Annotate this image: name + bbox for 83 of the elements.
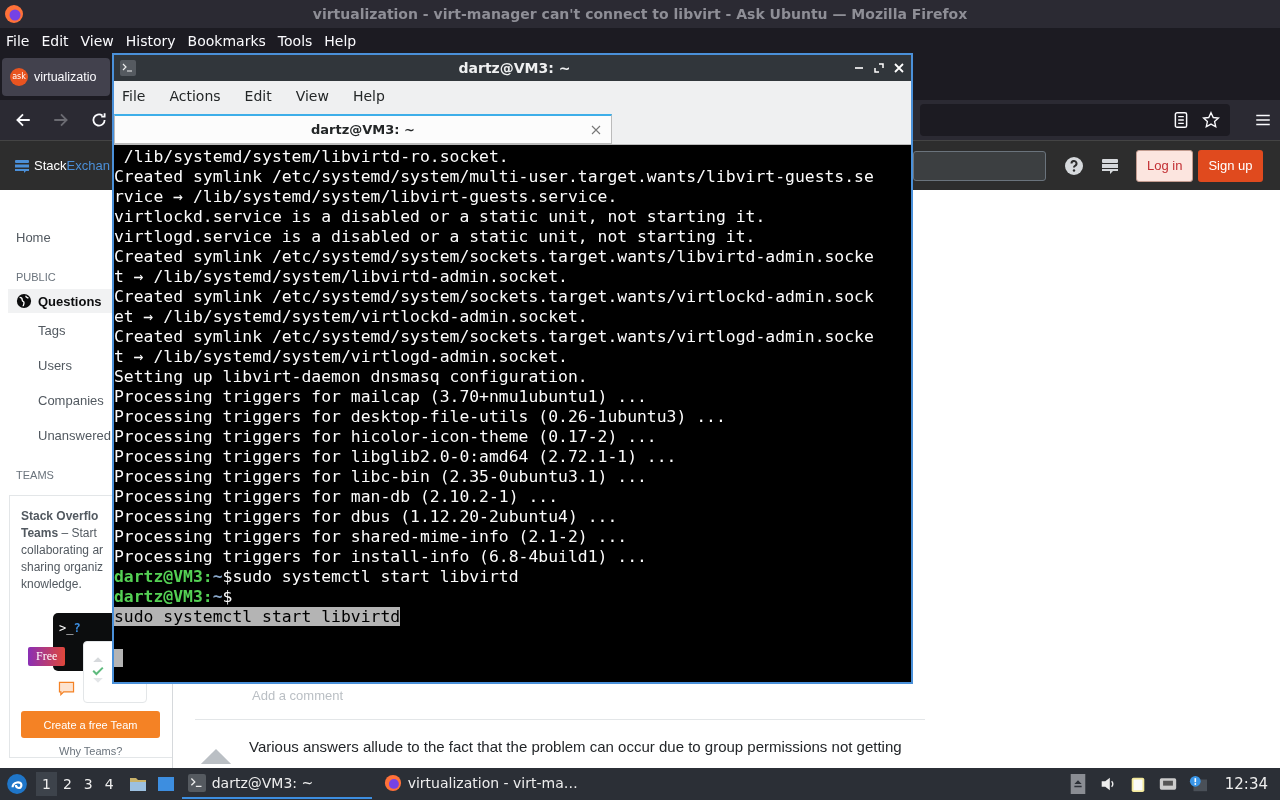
menu-item[interactable]: File — [122, 88, 146, 104]
reload-icon[interactable] — [90, 111, 108, 129]
menu-item[interactable]: Help — [352, 88, 385, 104]
nav-item[interactable]: Users — [0, 348, 72, 383]
terminal-icon — [120, 60, 136, 76]
section-heading: PUBLIC — [15, 271, 56, 283]
browser-tab[interactable]: ask virtualizatio — [2, 57, 110, 96]
help-icon[interactable] — [1064, 155, 1084, 176]
nav-item[interactable]: Home — [0, 220, 51, 255]
terminal-line: Created symlink /etc/systemd/system/sockets.target.wants/virtlogd-admin.socke — [114, 327, 875, 347]
start-menu-icon[interactable] — [6, 773, 28, 795]
terminal-line: virtlogd.service is a disabled or a static unit, not starting it. — [114, 227, 757, 247]
selected-text: sudo systemctl start libvirtd — [114, 607, 401, 626]
firefox-icon — [4, 4, 24, 24]
signup-button[interactable]: Sign up — [1198, 149, 1263, 182]
workspace-button[interactable]: 3 — [77, 772, 99, 796]
terminal-line: t → /lib/systemd/system/virtlogd-admin.socket. — [114, 347, 569, 367]
terminal-line: t → /lib/systemd/system/libvirtd-admin.socket. — [114, 267, 569, 287]
terminal-line: dartz@VM3:~$sudo systemctl start libvirtd — [114, 567, 520, 587]
nav-item[interactable]: Unanswered — [0, 418, 111, 453]
notification-icon[interactable] — [1188, 774, 1207, 794]
menu-item[interactable]: Actions — [169, 88, 221, 104]
nav-item[interactable]: Companies — [0, 383, 104, 418]
terminal-line: Processing triggers for shared-mime-info (2.1-2) ... — [114, 527, 629, 547]
firefox-icon — [383, 774, 402, 792]
site-icon: ask — [10, 67, 28, 86]
window-title: dartz@VM3: ~ — [457, 60, 572, 76]
window-title: virtualization - virt-manager can't connect to libvirt - Ask Ubuntu — Mozilla Firefox — [311, 6, 969, 22]
terminal-line: virtlockd.service is a disabled or a static unit, not starting it. — [114, 207, 767, 227]
eject-icon[interactable] — [1068, 774, 1087, 794]
terminal-line: rvice → /lib/systemd/system/libvirt-guests.service. — [114, 187, 619, 207]
terminal-line: Created symlink /etc/systemd/system/sockets.target.wants/virtlockd-admin.sock — [114, 287, 875, 307]
menu-item[interactable]: Bookmarks — [187, 32, 266, 49]
menu-item[interactable]: View — [295, 88, 329, 104]
terminal-line: /lib/systemd/system/libvirtd-ro.socket. — [122, 147, 510, 167]
menu-item[interactable]: History — [125, 32, 176, 49]
section-heading: TEAMS — [15, 469, 54, 481]
teams-description: Stack Overflo Teams – Start collaborating ar sharing organiz knowledge. — [21, 508, 104, 593]
terminal-line: Created symlink /etc/systemd/system/sockets.target.wants/libvirtd-admin.socke — [114, 247, 875, 267]
menu-item[interactable]: View — [80, 32, 114, 49]
site-logo[interactable]: StackExchan — [34, 158, 110, 173]
terminal-line: et → /lib/systemd/system/virtlockd-admin.socket. — [114, 307, 589, 327]
terminal-line: Processing triggers for install-info (6.8-4build1) ... — [114, 547, 648, 567]
why-teams-link[interactable]: Why Teams? — [59, 745, 123, 757]
clock: 12:34 — [1224, 775, 1268, 793]
desktop-icon[interactable] — [155, 774, 176, 794]
menu-item[interactable]: Edit — [41, 32, 69, 49]
terminal-icon — [187, 774, 206, 792]
menu-item[interactable]: File — [6, 32, 30, 49]
terminal-line: Setting up libvirt-daemon dnsmasq configuration. — [114, 367, 589, 387]
reader-icon[interactable] — [1172, 111, 1190, 129]
terminal-line: Processing triggers for desktop-file-utils (0.26-1ubuntu3) ... — [114, 407, 727, 427]
terminal-line: Processing triggers for dbus (1.12.20-2ubuntu4) ... — [114, 507, 619, 527]
taskbar-button[interactable]: dartz@VM3: ~ — [181, 769, 372, 799]
menu-item[interactable]: Edit — [244, 88, 272, 104]
workspace-button[interactable]: 2 — [56, 772, 78, 796]
text-cursor — [114, 648, 123, 667]
back-icon[interactable] — [14, 111, 32, 129]
taskbar-button[interactable]: virtualization - virt-ma… — [377, 769, 578, 799]
terminal-line: Processing triggers for libglib2.0-0:amd64 (2.72.1-1) ... — [114, 447, 678, 467]
workspace-button[interactable]: 1 — [36, 772, 57, 796]
forward-icon[interactable] — [52, 111, 70, 129]
terminal-line: Processing triggers for libc-bin (2.35-0ubuntu3.1) ... — [114, 467, 648, 487]
nav-item[interactable]: Tags — [0, 313, 66, 348]
speech-bubble-icon — [58, 681, 75, 696]
answer-text: Various answers allude to the fact that the problem can occur due to group permissions not getting — [249, 738, 902, 757]
globe-icon — [16, 293, 32, 309]
maximize-icon[interactable] — [873, 62, 885, 74]
terminal-tab[interactable]: dartz@VM3: ~ — [114, 114, 612, 144]
login-button[interactable]: Log in — [1136, 149, 1194, 182]
nav-item[interactable]: Questions — [8, 289, 112, 313]
free-badge: Free — [28, 647, 66, 666]
stack-icon — [14, 157, 30, 174]
search-field[interactable] — [913, 150, 1046, 181]
terminal-line: Processing triggers for mailcap (3.70+nmu1ubuntu1) ... — [114, 387, 648, 407]
terminal-line: Processing triggers for man-db (2.10.2-1) ... — [114, 487, 560, 507]
menu-item[interactable]: Tools — [277, 32, 313, 49]
terminal-line: Processing triggers for hicolor-icon-theme (0.17-2) ... — [114, 427, 658, 447]
menu-item[interactable]: Help — [324, 32, 357, 49]
workspace-button[interactable]: 4 — [98, 772, 120, 796]
star-icon[interactable] — [1202, 111, 1220, 129]
terminal-line: Created symlink /etc/systemd/system/multi-user.target.wants/libvirt-guests.se — [114, 167, 875, 187]
terminal-line: dartz@VM3:~$ — [114, 587, 234, 607]
